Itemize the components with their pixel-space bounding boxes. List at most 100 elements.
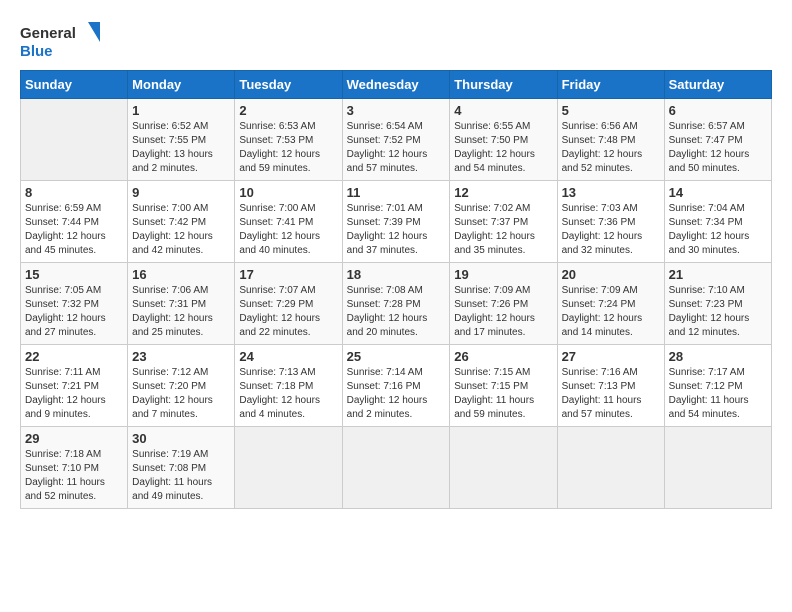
day-number: 13: [562, 185, 660, 200]
day-number: 27: [562, 349, 660, 364]
day-number: 26: [454, 349, 552, 364]
day-number: 21: [669, 267, 767, 282]
calendar-day-cell: 24 Sunrise: 7:13 AMSunset: 7:18 PMDaylig…: [235, 345, 342, 427]
day-detail: Sunrise: 7:11 AMSunset: 7:21 PMDaylight:…: [25, 367, 106, 420]
day-detail: Sunrise: 7:19 AMSunset: 7:08 PMDaylight:…: [132, 449, 212, 502]
day-detail: Sunrise: 7:17 AMSunset: 7:12 PMDaylight:…: [669, 367, 749, 420]
day-number: 30: [132, 431, 230, 446]
calendar-day-cell: 12 Sunrise: 7:02 AMSunset: 7:37 PMDaylig…: [450, 181, 557, 263]
day-header-wednesday: Wednesday: [342, 71, 450, 99]
day-number: 22: [25, 349, 123, 364]
day-detail: Sunrise: 7:09 AMSunset: 7:26 PMDaylight:…: [454, 285, 535, 338]
calendar-day-cell: [557, 427, 664, 509]
day-detail: Sunrise: 7:15 AMSunset: 7:15 PMDaylight:…: [454, 367, 534, 420]
logo: General Blue: [20, 20, 100, 60]
day-header-tuesday: Tuesday: [235, 71, 342, 99]
day-number: 18: [347, 267, 446, 282]
calendar-day-cell: 13 Sunrise: 7:03 AMSunset: 7:36 PMDaylig…: [557, 181, 664, 263]
day-number: 15: [25, 267, 123, 282]
day-detail: Sunrise: 6:53 AMSunset: 7:53 PMDaylight:…: [239, 121, 320, 174]
calendar-day-cell: 20 Sunrise: 7:09 AMSunset: 7:24 PMDaylig…: [557, 263, 664, 345]
day-detail: Sunrise: 6:56 AMSunset: 7:48 PMDaylight:…: [562, 121, 643, 174]
day-detail: Sunrise: 7:05 AMSunset: 7:32 PMDaylight:…: [25, 285, 106, 338]
day-header-sunday: Sunday: [21, 71, 128, 99]
calendar-week-row: 8 Sunrise: 6:59 AMSunset: 7:44 PMDayligh…: [21, 181, 772, 263]
day-number: 17: [239, 267, 337, 282]
calendar-day-cell: 26 Sunrise: 7:15 AMSunset: 7:15 PMDaylig…: [450, 345, 557, 427]
day-detail: Sunrise: 7:07 AMSunset: 7:29 PMDaylight:…: [239, 285, 320, 338]
calendar-day-cell: 17 Sunrise: 7:07 AMSunset: 7:29 PMDaylig…: [235, 263, 342, 345]
day-detail: Sunrise: 6:55 AMSunset: 7:50 PMDaylight:…: [454, 121, 535, 174]
day-number: 25: [347, 349, 446, 364]
calendar-day-cell: 22 Sunrise: 7:11 AMSunset: 7:21 PMDaylig…: [21, 345, 128, 427]
calendar-day-cell: 27 Sunrise: 7:16 AMSunset: 7:13 PMDaylig…: [557, 345, 664, 427]
calendar-day-cell: 8 Sunrise: 6:59 AMSunset: 7:44 PMDayligh…: [21, 181, 128, 263]
day-detail: Sunrise: 6:52 AMSunset: 7:55 PMDaylight:…: [132, 121, 213, 174]
calendar-day-cell: 1 Sunrise: 6:52 AMSunset: 7:55 PMDayligh…: [128, 99, 235, 181]
day-number: 24: [239, 349, 337, 364]
day-header-monday: Monday: [128, 71, 235, 99]
calendar-day-cell: [450, 427, 557, 509]
calendar-day-cell: 11 Sunrise: 7:01 AMSunset: 7:39 PMDaylig…: [342, 181, 450, 263]
calendar-header-row: SundayMondayTuesdayWednesdayThursdayFrid…: [21, 71, 772, 99]
calendar-day-cell: 2 Sunrise: 6:53 AMSunset: 7:53 PMDayligh…: [235, 99, 342, 181]
calendar-day-cell: [235, 427, 342, 509]
day-detail: Sunrise: 7:06 AMSunset: 7:31 PMDaylight:…: [132, 285, 213, 338]
logo-svg: General Blue: [20, 20, 100, 60]
calendar-day-cell: 23 Sunrise: 7:12 AMSunset: 7:20 PMDaylig…: [128, 345, 235, 427]
calendar-day-cell: 6 Sunrise: 6:57 AMSunset: 7:47 PMDayligh…: [664, 99, 771, 181]
calendar-day-cell: 14 Sunrise: 7:04 AMSunset: 7:34 PMDaylig…: [664, 181, 771, 263]
calendar-week-row: 15 Sunrise: 7:05 AMSunset: 7:32 PMDaylig…: [21, 263, 772, 345]
day-detail: Sunrise: 7:14 AMSunset: 7:16 PMDaylight:…: [347, 367, 428, 420]
day-header-saturday: Saturday: [664, 71, 771, 99]
day-detail: Sunrise: 7:18 AMSunset: 7:10 PMDaylight:…: [25, 449, 105, 502]
svg-text:Blue: Blue: [20, 43, 53, 60]
calendar-day-cell: 3 Sunrise: 6:54 AMSunset: 7:52 PMDayligh…: [342, 99, 450, 181]
calendar-week-row: 1 Sunrise: 6:52 AMSunset: 7:55 PMDayligh…: [21, 99, 772, 181]
calendar-day-cell: [342, 427, 450, 509]
day-number: 8: [25, 185, 123, 200]
day-detail: Sunrise: 7:08 AMSunset: 7:28 PMDaylight:…: [347, 285, 428, 338]
day-detail: Sunrise: 7:13 AMSunset: 7:18 PMDaylight:…: [239, 367, 320, 420]
day-detail: Sunrise: 7:02 AMSunset: 7:37 PMDaylight:…: [454, 203, 535, 256]
day-number: 19: [454, 267, 552, 282]
day-number: 23: [132, 349, 230, 364]
day-number: 5: [562, 103, 660, 118]
day-number: 29: [25, 431, 123, 446]
day-number: 3: [347, 103, 446, 118]
calendar-day-cell: [664, 427, 771, 509]
day-number: 6: [669, 103, 767, 118]
day-number: 14: [669, 185, 767, 200]
day-detail: Sunrise: 7:03 AMSunset: 7:36 PMDaylight:…: [562, 203, 643, 256]
calendar-day-cell: 28 Sunrise: 7:17 AMSunset: 7:12 PMDaylig…: [664, 345, 771, 427]
day-number: 10: [239, 185, 337, 200]
calendar-table: SundayMondayTuesdayWednesdayThursdayFrid…: [20, 70, 772, 509]
calendar-day-cell: 21 Sunrise: 7:10 AMSunset: 7:23 PMDaylig…: [664, 263, 771, 345]
calendar-day-cell: 4 Sunrise: 6:55 AMSunset: 7:50 PMDayligh…: [450, 99, 557, 181]
calendar-day-cell: 29 Sunrise: 7:18 AMSunset: 7:10 PMDaylig…: [21, 427, 128, 509]
day-header-friday: Friday: [557, 71, 664, 99]
calendar-day-cell: 5 Sunrise: 6:56 AMSunset: 7:48 PMDayligh…: [557, 99, 664, 181]
day-detail: Sunrise: 7:01 AMSunset: 7:39 PMDaylight:…: [347, 203, 428, 256]
day-detail: Sunrise: 7:00 AMSunset: 7:41 PMDaylight:…: [239, 203, 320, 256]
calendar-day-cell: 18 Sunrise: 7:08 AMSunset: 7:28 PMDaylig…: [342, 263, 450, 345]
day-detail: Sunrise: 6:59 AMSunset: 7:44 PMDaylight:…: [25, 203, 106, 256]
day-number: 9: [132, 185, 230, 200]
calendar-week-row: 22 Sunrise: 7:11 AMSunset: 7:21 PMDaylig…: [21, 345, 772, 427]
day-detail: Sunrise: 7:10 AMSunset: 7:23 PMDaylight:…: [669, 285, 750, 338]
day-detail: Sunrise: 7:04 AMSunset: 7:34 PMDaylight:…: [669, 203, 750, 256]
calendar-day-cell: 19 Sunrise: 7:09 AMSunset: 7:26 PMDaylig…: [450, 263, 557, 345]
calendar-day-cell: 30 Sunrise: 7:19 AMSunset: 7:08 PMDaylig…: [128, 427, 235, 509]
calendar-week-row: 29 Sunrise: 7:18 AMSunset: 7:10 PMDaylig…: [21, 427, 772, 509]
day-number: 2: [239, 103, 337, 118]
day-number: 28: [669, 349, 767, 364]
day-detail: Sunrise: 6:54 AMSunset: 7:52 PMDaylight:…: [347, 121, 428, 174]
svg-text:General: General: [20, 25, 76, 42]
day-detail: Sunrise: 7:16 AMSunset: 7:13 PMDaylight:…: [562, 367, 642, 420]
day-number: 16: [132, 267, 230, 282]
day-detail: Sunrise: 6:57 AMSunset: 7:47 PMDaylight:…: [669, 121, 750, 174]
day-number: 12: [454, 185, 552, 200]
day-detail: Sunrise: 7:00 AMSunset: 7:42 PMDaylight:…: [132, 203, 213, 256]
calendar-day-cell: 15 Sunrise: 7:05 AMSunset: 7:32 PMDaylig…: [21, 263, 128, 345]
page-header: General Blue: [20, 20, 772, 60]
